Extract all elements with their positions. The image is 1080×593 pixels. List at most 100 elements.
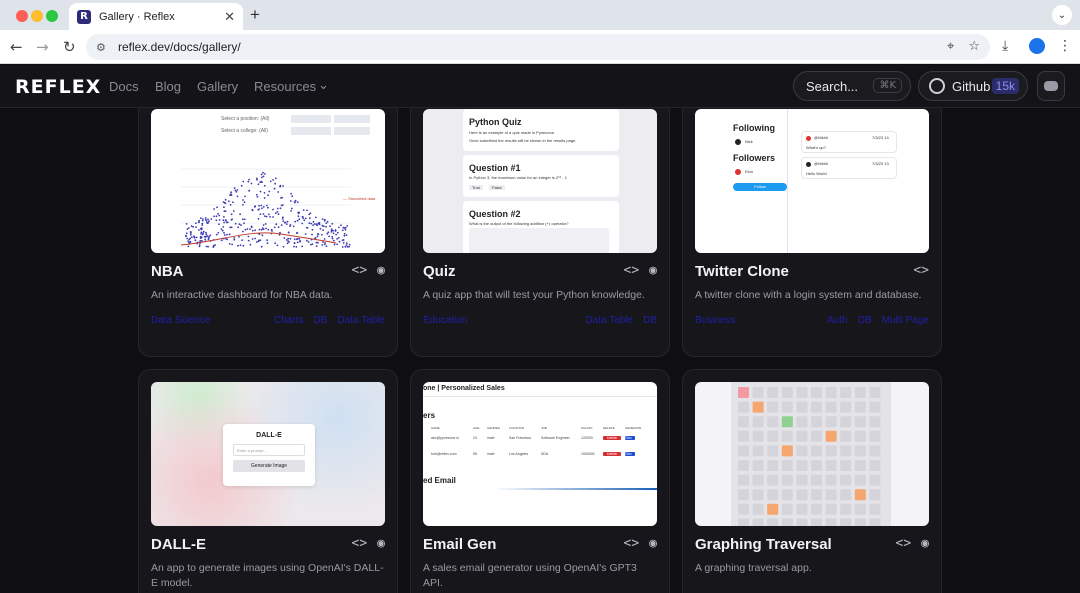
card-title[interactable]: Email Gen (423, 536, 496, 553)
tag[interactable]: Auth (827, 315, 848, 326)
code-icon[interactable]: <> (913, 263, 929, 278)
reload-button[interactable]: ↻ (63, 38, 76, 56)
translate-icon[interactable]: ⌖ (947, 39, 954, 54)
tag[interactable]: Data Table (337, 315, 385, 326)
code-icon[interactable]: <> (896, 536, 912, 551)
scatter-point (342, 242, 345, 244)
browser-tab[interactable]: R Gallery · Reflex ✕ (69, 3, 243, 30)
scatter-point (271, 230, 273, 232)
scatter-point (268, 213, 270, 216)
close-window-button[interactable] (16, 10, 28, 22)
scatter-point (216, 206, 218, 209)
tag-category[interactable]: Business (695, 315, 736, 326)
scatter-point (255, 193, 258, 196)
scatter-point (257, 183, 260, 186)
gallery-card-nba[interactable]: Select a position: (All) Select a colleg… (138, 108, 398, 357)
discord-icon (1044, 81, 1058, 91)
download-icon[interactable]: ⤓ (1002, 38, 1008, 54)
card-description: A graphing traversal app. (695, 562, 812, 574)
quiz-thumbnail[interactable]: Python Quiz Here is an example of a quiz… (423, 109, 657, 253)
scatter-point (243, 218, 246, 221)
gallery-card-dall-e[interactable]: DALL-E Enter a prompt... Generate Image … (138, 369, 398, 593)
code-icon[interactable]: <> (352, 263, 368, 278)
gallery-card-twitter-clone[interactable]: Following Nick Followers Elon Follow @Ni… (682, 108, 942, 357)
gallery-card-email-gen[interactable]: one | Personalized Sales ers NAME AGE GEND… (410, 369, 670, 593)
search-button[interactable]: Search... ⌘K (793, 71, 911, 101)
grid-cell (854, 416, 866, 428)
card-title[interactable]: Twitter Clone (695, 263, 789, 280)
table-cell: GENDER (487, 426, 500, 430)
scatter-point (241, 218, 244, 221)
grid-cell (781, 474, 793, 486)
nav-docs[interactable]: Docs (109, 79, 139, 94)
nav-blog[interactable]: Blog (155, 79, 181, 94)
table-header: NAME AGE GENDER LOCATION JOB SALARY DELETE GENE… (431, 426, 645, 430)
scatter-point (308, 213, 311, 216)
scatter-point (226, 233, 228, 236)
eye-icon[interactable]: ◉ (377, 536, 385, 551)
gallery-card-quiz[interactable]: Python Quiz Here is an example of a quiz… (410, 108, 670, 357)
eye-icon[interactable]: ◉ (649, 263, 657, 278)
eye-icon[interactable]: ◉ (649, 536, 657, 551)
maximize-window-button[interactable] (46, 10, 58, 22)
tag-category[interactable]: Data Science (151, 315, 210, 326)
nba-thumbnail[interactable]: Select a position: (All) Select a colleg… (151, 109, 385, 253)
gallery-page: Select a position: (All) Select a colleg… (0, 108, 1080, 593)
scatter-point (215, 215, 218, 218)
url-text[interactable]: reflex.dev/docs/gallery/ (118, 40, 241, 54)
table-cell: Gen (625, 452, 635, 456)
minimize-window-button[interactable] (31, 10, 43, 22)
eye-icon[interactable]: ◉ (921, 536, 929, 551)
tag[interactable]: Data Table (585, 315, 633, 326)
grid-cell (796, 489, 808, 501)
forward-button[interactable]: → (36, 38, 49, 56)
grid-cell (869, 474, 881, 486)
browser-menu-icon[interactable]: ⋮ (1058, 38, 1072, 54)
dalle-thumbnail[interactable]: DALL-E Enter a prompt... Generate Image (151, 382, 385, 526)
scatter-point (332, 232, 335, 235)
scatter-point (319, 227, 322, 230)
scatter-point (227, 200, 230, 203)
back-button[interactable]: ← (10, 38, 23, 56)
bookmark-star-icon[interactable]: ☆ (968, 39, 980, 54)
scatter-point (199, 240, 202, 242)
tab-close-icon[interactable]: ✕ (224, 9, 235, 25)
code-icon[interactable]: <> (624, 263, 640, 278)
scatter-point (213, 215, 215, 218)
profile-avatar[interactable] (1029, 38, 1045, 54)
reflex-logo[interactable]: REFLEX (15, 76, 101, 98)
github-button[interactable]: Github 15k (918, 71, 1028, 101)
tag[interactable]: DB (643, 315, 657, 326)
grid-cell (767, 503, 779, 515)
eye-icon[interactable]: ◉ (377, 263, 385, 278)
tag[interactable]: Multi Page (882, 315, 929, 326)
card-title[interactable]: Quiz (423, 263, 456, 280)
twitter-thumbnail[interactable]: Following Nick Followers Elon Follow @Ni… (695, 109, 929, 253)
scatter-point (258, 204, 260, 207)
scatter-point (299, 240, 301, 243)
address-bar[interactable]: ⚙ reflex.dev/docs/gallery/ ⌖ ☆ (86, 34, 990, 60)
scatter-point (272, 208, 274, 211)
tag-category[interactable]: Education (423, 315, 467, 326)
discord-button[interactable] (1037, 71, 1065, 101)
chevron-down-icon[interactable]: ⌄ (318, 77, 329, 93)
card-title[interactable]: Graphing Traversal (695, 536, 832, 553)
nav-resources[interactable]: Resources (254, 79, 316, 94)
tag[interactable]: DB (858, 315, 872, 326)
tag[interactable]: Charts (274, 315, 303, 326)
scatter-point (281, 218, 284, 220)
tag[interactable]: DB (313, 315, 327, 326)
gallery-card-graphing-traversal[interactable]: Graphing Traversal <> ◉ A graphing trave… (682, 369, 942, 593)
avatar (806, 136, 811, 141)
code-icon[interactable]: <> (352, 536, 368, 551)
nav-gallery[interactable]: Gallery (197, 79, 238, 94)
site-info-icon[interactable]: ⚙ (96, 41, 112, 54)
graph-thumbnail[interactable] (695, 382, 929, 526)
email-thumbnail[interactable]: one | Personalized Sales ers NAME AGE GEND… (423, 382, 657, 526)
new-tab-button[interactable]: + (250, 5, 260, 25)
card-title[interactable]: DALL-E (151, 536, 206, 553)
scatter-point (317, 241, 319, 244)
card-title[interactable]: NBA (151, 263, 184, 280)
tab-search-button[interactable]: ⌄ (1052, 5, 1072, 25)
code-icon[interactable]: <> (624, 536, 640, 551)
